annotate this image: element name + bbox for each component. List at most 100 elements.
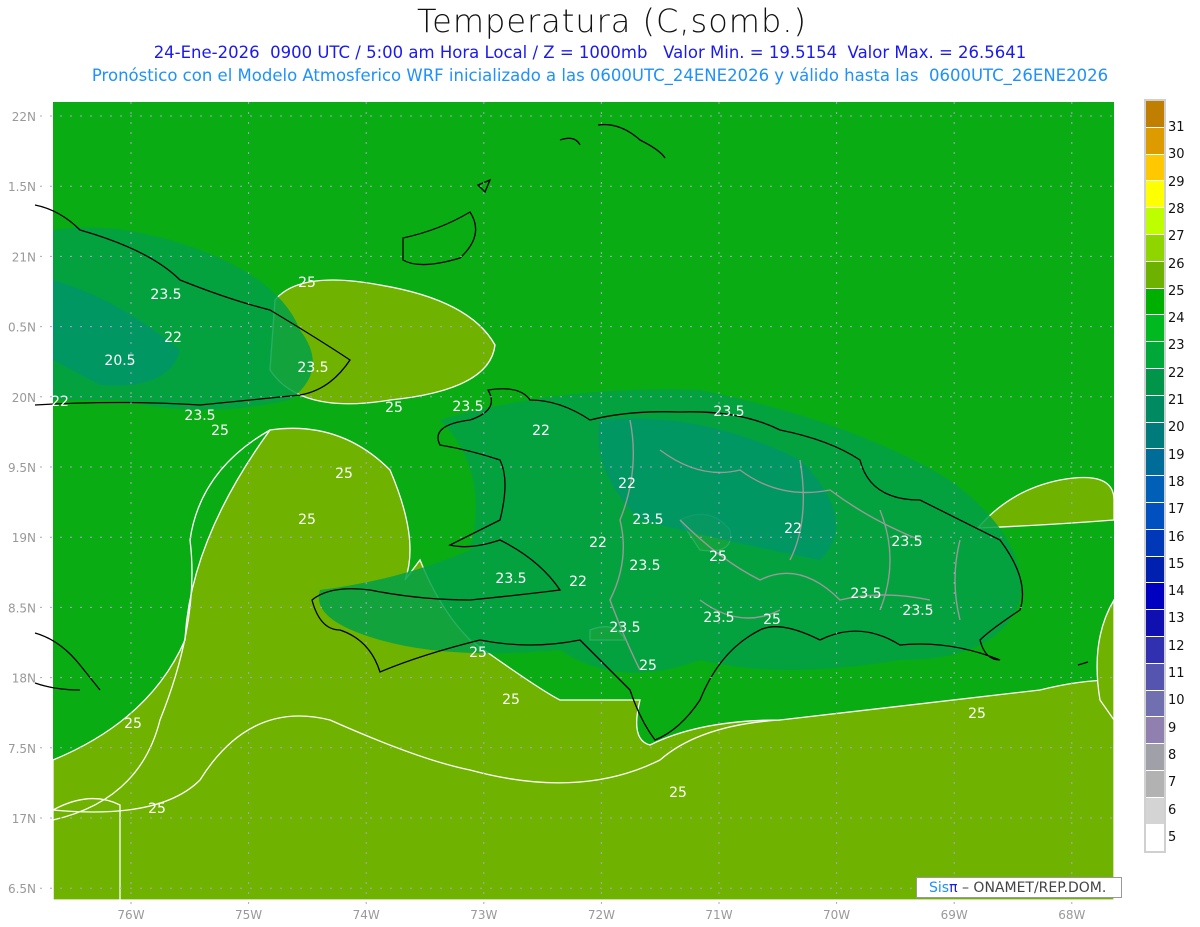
- colorbar-label: 31: [1168, 120, 1185, 135]
- lat-label: 7.5N: [8, 742, 36, 756]
- colorbar-swatch: [1146, 234, 1164, 262]
- contour-label: 23.5: [891, 534, 922, 550]
- contour-label: 25: [469, 645, 487, 661]
- contour-label: 23.5: [713, 404, 744, 420]
- contour-label: 23.5: [703, 610, 734, 626]
- colorbar-label: 5: [1168, 829, 1177, 845]
- colorbar-swatch: [1146, 315, 1164, 343]
- colorbar-swatch: [1146, 288, 1164, 316]
- brand-sis: Sis: [929, 880, 950, 896]
- lat-label: 0.5N: [8, 321, 36, 335]
- contour-label: 23.5: [902, 603, 933, 619]
- colorbar-swatch: [1146, 261, 1164, 289]
- credit-text: – ONAMET/REP.DOM.: [961, 880, 1107, 896]
- lat-label: 17N: [12, 812, 36, 826]
- lat-label: 22N: [12, 110, 36, 124]
- lon-label: 68W: [1058, 908, 1085, 922]
- colorbar-swatch: [1146, 181, 1164, 209]
- contour-label: 25: [502, 692, 520, 708]
- colorbar-label: 7: [1168, 775, 1177, 791]
- lon-label: 71W: [705, 908, 732, 922]
- colorbar-label: 29: [1168, 174, 1185, 190]
- colorbar-label: 24: [1168, 311, 1185, 327]
- colorbar-swatch: [1146, 663, 1164, 691]
- contour-label: 25: [298, 512, 316, 528]
- lat-label: 1.5N: [8, 180, 36, 194]
- colorbar-swatch: [1146, 476, 1164, 503]
- colorbar-swatch: [1146, 636, 1164, 664]
- colorbar-swatch: [1146, 797, 1164, 825]
- colorbar-swatch: [1146, 449, 1164, 477]
- brand-pi: π: [949, 880, 958, 896]
- colorbar-swatch: [1146, 610, 1164, 637]
- lat-label: 18N: [12, 672, 36, 686]
- colorbar-swatch: [1146, 368, 1164, 396]
- contour-label: 25: [298, 275, 316, 291]
- colorbar-label: 8: [1168, 747, 1177, 763]
- contour-label: 23.5: [150, 287, 181, 303]
- lat-label: 8.5N: [8, 601, 36, 615]
- colorbar: [1144, 99, 1166, 854]
- lat-label: 20N: [12, 391, 36, 405]
- colorbar-swatch: [1146, 422, 1164, 450]
- colorbar-swatch: [1146, 529, 1164, 557]
- colorbar-swatch: [1146, 208, 1164, 235]
- colorbar-label: 6: [1168, 802, 1177, 818]
- contour-label: 25: [669, 785, 687, 801]
- colorbar-label: 17: [1168, 502, 1185, 518]
- colorbar-swatch: [1146, 395, 1164, 423]
- contour-label: 23.5: [629, 558, 660, 574]
- colorbar-label: 28: [1168, 201, 1185, 217]
- colorbar-label: 15: [1168, 556, 1185, 572]
- colorbar-label: 11: [1168, 666, 1185, 681]
- colorbar-label: 21: [1168, 393, 1185, 408]
- lon-label: 69W: [941, 908, 968, 922]
- contour-label: 22: [51, 394, 69, 410]
- forecast-time-info: 24-Ene-2026 0900 UTC / 5:00 am Hora Loca…: [153, 43, 1027, 62]
- contour-label: 23.5: [495, 571, 526, 587]
- temperature-map: 2523.52220.5 23.52223.52525252523.52223.5…: [8, 102, 1115, 922]
- contour-label: 22: [532, 423, 550, 439]
- contour-label: 25: [763, 612, 781, 628]
- contour-label: 22: [569, 574, 587, 590]
- lon-label: 75W: [235, 908, 262, 922]
- contour-label: 25: [639, 658, 657, 674]
- colorbar-label: 26: [1168, 256, 1185, 272]
- colorbar-swatch: [1146, 824, 1164, 852]
- contour-label: 23.5: [297, 360, 328, 376]
- colorbar-label: 16: [1168, 529, 1185, 545]
- colorbar-label: 10: [1168, 693, 1185, 709]
- lon-label: 74W: [353, 908, 380, 922]
- colorbar-swatch: [1146, 101, 1164, 128]
- colorbar-label: 20: [1168, 420, 1185, 436]
- colorbar-swatch: [1146, 744, 1164, 771]
- contour-label: 23.5: [184, 408, 215, 424]
- contour-label: 25: [211, 423, 229, 439]
- lon-label: 72W: [588, 908, 615, 922]
- contour-label: 25: [709, 549, 727, 565]
- contour-label: 25: [148, 801, 166, 817]
- contour-label: 23.5: [452, 399, 483, 415]
- colorbar-swatch: [1146, 502, 1164, 530]
- credit-logo: Sisπ – ONAMET/REP.DOM.: [916, 877, 1122, 898]
- colorbar-swatch: [1146, 556, 1164, 584]
- lon-label: 70W: [823, 908, 850, 922]
- lon-label: 73W: [470, 908, 497, 922]
- colorbar-label: 22: [1168, 365, 1185, 381]
- contour-label: 20.5: [104, 353, 135, 369]
- colorbar-label: 27: [1168, 229, 1185, 245]
- colorbar-label: 30: [1168, 147, 1185, 163]
- colorbar-swatch: [1146, 342, 1164, 369]
- colorbar-swatch: [1146, 154, 1164, 182]
- colorbar-label: 13: [1168, 611, 1185, 627]
- colorbar-label: 14: [1168, 584, 1185, 600]
- lat-label: 6.5N: [8, 882, 36, 896]
- contour-label: 22: [589, 535, 607, 551]
- colorbar-label: 23: [1168, 338, 1185, 354]
- contour-label: 23.5: [632, 512, 663, 528]
- contour-label: 25: [124, 716, 142, 732]
- contour-label: 25: [335, 466, 353, 482]
- colorbar-swatch: [1146, 127, 1164, 155]
- colorbar-label: 19: [1168, 447, 1185, 463]
- map-title: Temperatura (C,somb.): [417, 2, 807, 40]
